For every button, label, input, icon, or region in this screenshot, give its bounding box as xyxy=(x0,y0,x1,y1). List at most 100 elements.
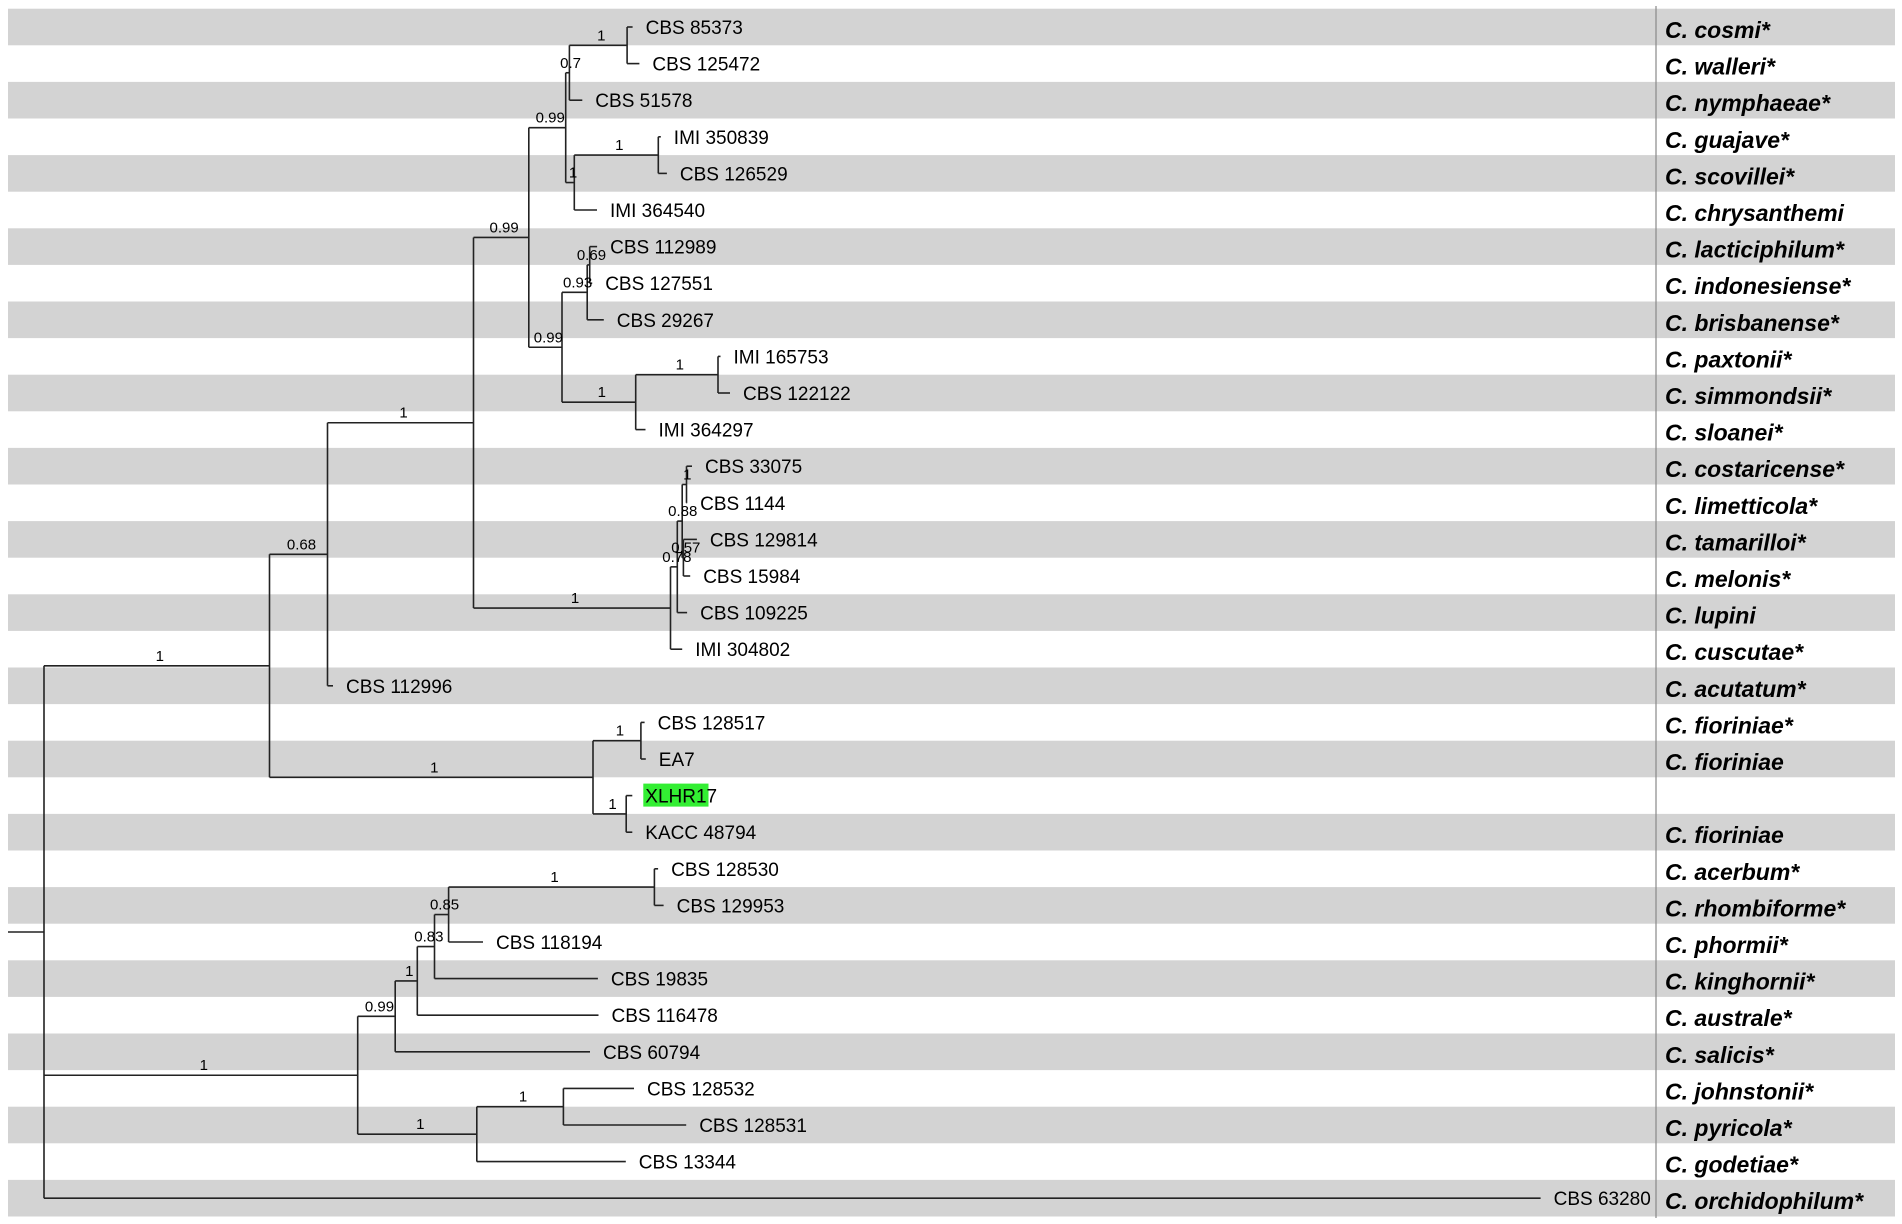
species-name: C. acerbum* xyxy=(1665,859,1800,885)
species-name: C. fioriniae xyxy=(1665,822,1784,848)
leaf-label: CBS 128532 xyxy=(647,1079,755,1100)
row-stripe xyxy=(8,960,1895,997)
leaf-label: KACC 48794 xyxy=(645,823,756,844)
species-name: C. brisbanense* xyxy=(1665,310,1840,336)
species-name: C. walleri* xyxy=(1665,54,1776,80)
species-name: C. rhombiforme* xyxy=(1665,895,1846,921)
leaf-label: CBS 126529 xyxy=(680,164,788,185)
support-value: 0.93 xyxy=(563,274,592,291)
species-name: C. johnstonii* xyxy=(1665,1078,1814,1104)
species-name: C. nymphaeae* xyxy=(1665,90,1831,116)
species-name: C. limetticola* xyxy=(1665,493,1818,519)
leaf-label: CBS 125472 xyxy=(652,55,760,76)
support-value: 0.7 xyxy=(560,55,581,72)
species-name: C. phormii* xyxy=(1665,932,1789,958)
species-name: C. lupini xyxy=(1665,603,1756,629)
leaf-label: CBS 118194 xyxy=(496,933,603,954)
leaf-label: CBS 116478 xyxy=(612,1006,718,1027)
leaf-label: CBS 13344 xyxy=(639,1153,737,1174)
leaf-label: IMI 364297 xyxy=(659,421,754,442)
species-name: C. paxtonii* xyxy=(1665,346,1793,372)
leaf-label: CBS 109225 xyxy=(700,604,808,625)
support-value: 0.99 xyxy=(490,219,519,236)
leaf-label: CBS 128530 xyxy=(671,860,779,881)
support-value: 1 xyxy=(571,590,579,607)
row-stripe xyxy=(8,1106,1895,1144)
row-stripe xyxy=(8,594,1895,631)
species-name: C. tamarilloi* xyxy=(1665,529,1807,555)
support-value: 0.88 xyxy=(668,503,697,520)
leaf-label: CBS 60794 xyxy=(603,1043,701,1064)
row-stripe xyxy=(8,301,1895,339)
species-name: C. cosmi* xyxy=(1665,17,1771,43)
support-value: 1 xyxy=(405,963,413,980)
species-name: C. lacticiphilum* xyxy=(1665,237,1845,263)
support-value: 0.85 xyxy=(430,897,459,914)
support-value: 1 xyxy=(416,1116,424,1133)
row-stripe xyxy=(8,228,1895,265)
species-name: C. chrysanthemi xyxy=(1665,200,1845,226)
support-value: 0.69 xyxy=(577,247,606,264)
support-value: 1 xyxy=(608,796,616,813)
species-name: C. acutatum* xyxy=(1665,676,1807,702)
row-stripe xyxy=(8,155,1895,192)
support-value: 0.99 xyxy=(536,110,565,127)
row-stripe xyxy=(8,81,1895,119)
phylogenetic-tree: CBS 85373 CBS 125472 CBS 51578 IMI 350839 CB… xyxy=(8,6,1895,1218)
support-value: 0.68 xyxy=(287,536,316,553)
row-stripe xyxy=(8,740,1895,778)
species-name: C. indonesiense* xyxy=(1665,273,1851,299)
support-value: 1 xyxy=(597,27,605,44)
species-name: C. godetiae* xyxy=(1665,1152,1799,1178)
support-value: 0.83 xyxy=(414,929,443,946)
support-value: 1 xyxy=(519,1089,527,1106)
species-name: C. pyricola* xyxy=(1665,1115,1793,1141)
support-value: 1 xyxy=(615,137,623,154)
leaf-label: XLHR17 xyxy=(645,787,717,808)
leaf-label: CBS 85373 xyxy=(646,18,743,39)
leaf-label: CBS 29267 xyxy=(617,311,714,332)
support-value: 1 xyxy=(683,467,691,484)
leaf-label: CBS 128517 xyxy=(658,713,766,734)
species-name: C. orchidophilum* xyxy=(1665,1188,1864,1214)
leaf-label: EA7 xyxy=(659,750,695,771)
leaf-label: CBS 19835 xyxy=(611,970,708,991)
support-value: 1 xyxy=(399,405,407,422)
row-stripe xyxy=(8,887,1895,924)
leaf-label: CBS 129953 xyxy=(677,896,785,917)
support-value: 0.99 xyxy=(365,998,394,1015)
row-stripe xyxy=(8,374,1895,412)
species-name: C. melonis* xyxy=(1665,566,1791,592)
support-value: 1 xyxy=(156,648,164,665)
leaf-label: CBS 128531 xyxy=(699,1116,807,1137)
leaf-label: IMI 350839 xyxy=(674,128,769,149)
leaf-label: CBS 127551 xyxy=(605,274,713,295)
support-value: 1 xyxy=(676,357,684,374)
species-name: C. guajave* xyxy=(1665,127,1790,153)
leaf-label: IMI 165753 xyxy=(734,347,829,368)
leaf-label: CBS 122122 xyxy=(743,384,851,405)
species-name: C. fioriniae xyxy=(1665,749,1784,775)
leaf-label: CBS 51578 xyxy=(595,91,692,112)
leaf-label: CBS 112989 xyxy=(610,238,716,259)
species-name: C. simmondsii* xyxy=(1665,383,1832,409)
support-value: 0.57 xyxy=(671,540,700,557)
row-stripes xyxy=(8,8,1895,1217)
support-value: 1 xyxy=(598,384,606,401)
leaf-label: CBS 15984 xyxy=(703,567,801,588)
leaf-label: IMI 304802 xyxy=(695,640,790,661)
species-name: C. scovillei* xyxy=(1665,163,1795,189)
support-value: 1 xyxy=(430,759,438,776)
leaf-label: IMI 364540 xyxy=(610,201,705,222)
row-stripe xyxy=(8,447,1895,485)
leaf-label: CBS 112996 xyxy=(346,677,452,698)
species-name: C. australe* xyxy=(1665,1005,1793,1031)
row-stripe xyxy=(8,813,1895,851)
row-stripe xyxy=(8,667,1895,705)
species-name: C. fioriniae* xyxy=(1665,712,1794,738)
support-value: 1 xyxy=(550,869,558,886)
species-name: C. salicis* xyxy=(1665,1042,1775,1068)
species-name: C. sloanei* xyxy=(1665,420,1784,446)
leaf-label: CBS 129814 xyxy=(710,530,818,551)
species-name: C. cuscutae* xyxy=(1665,639,1804,665)
